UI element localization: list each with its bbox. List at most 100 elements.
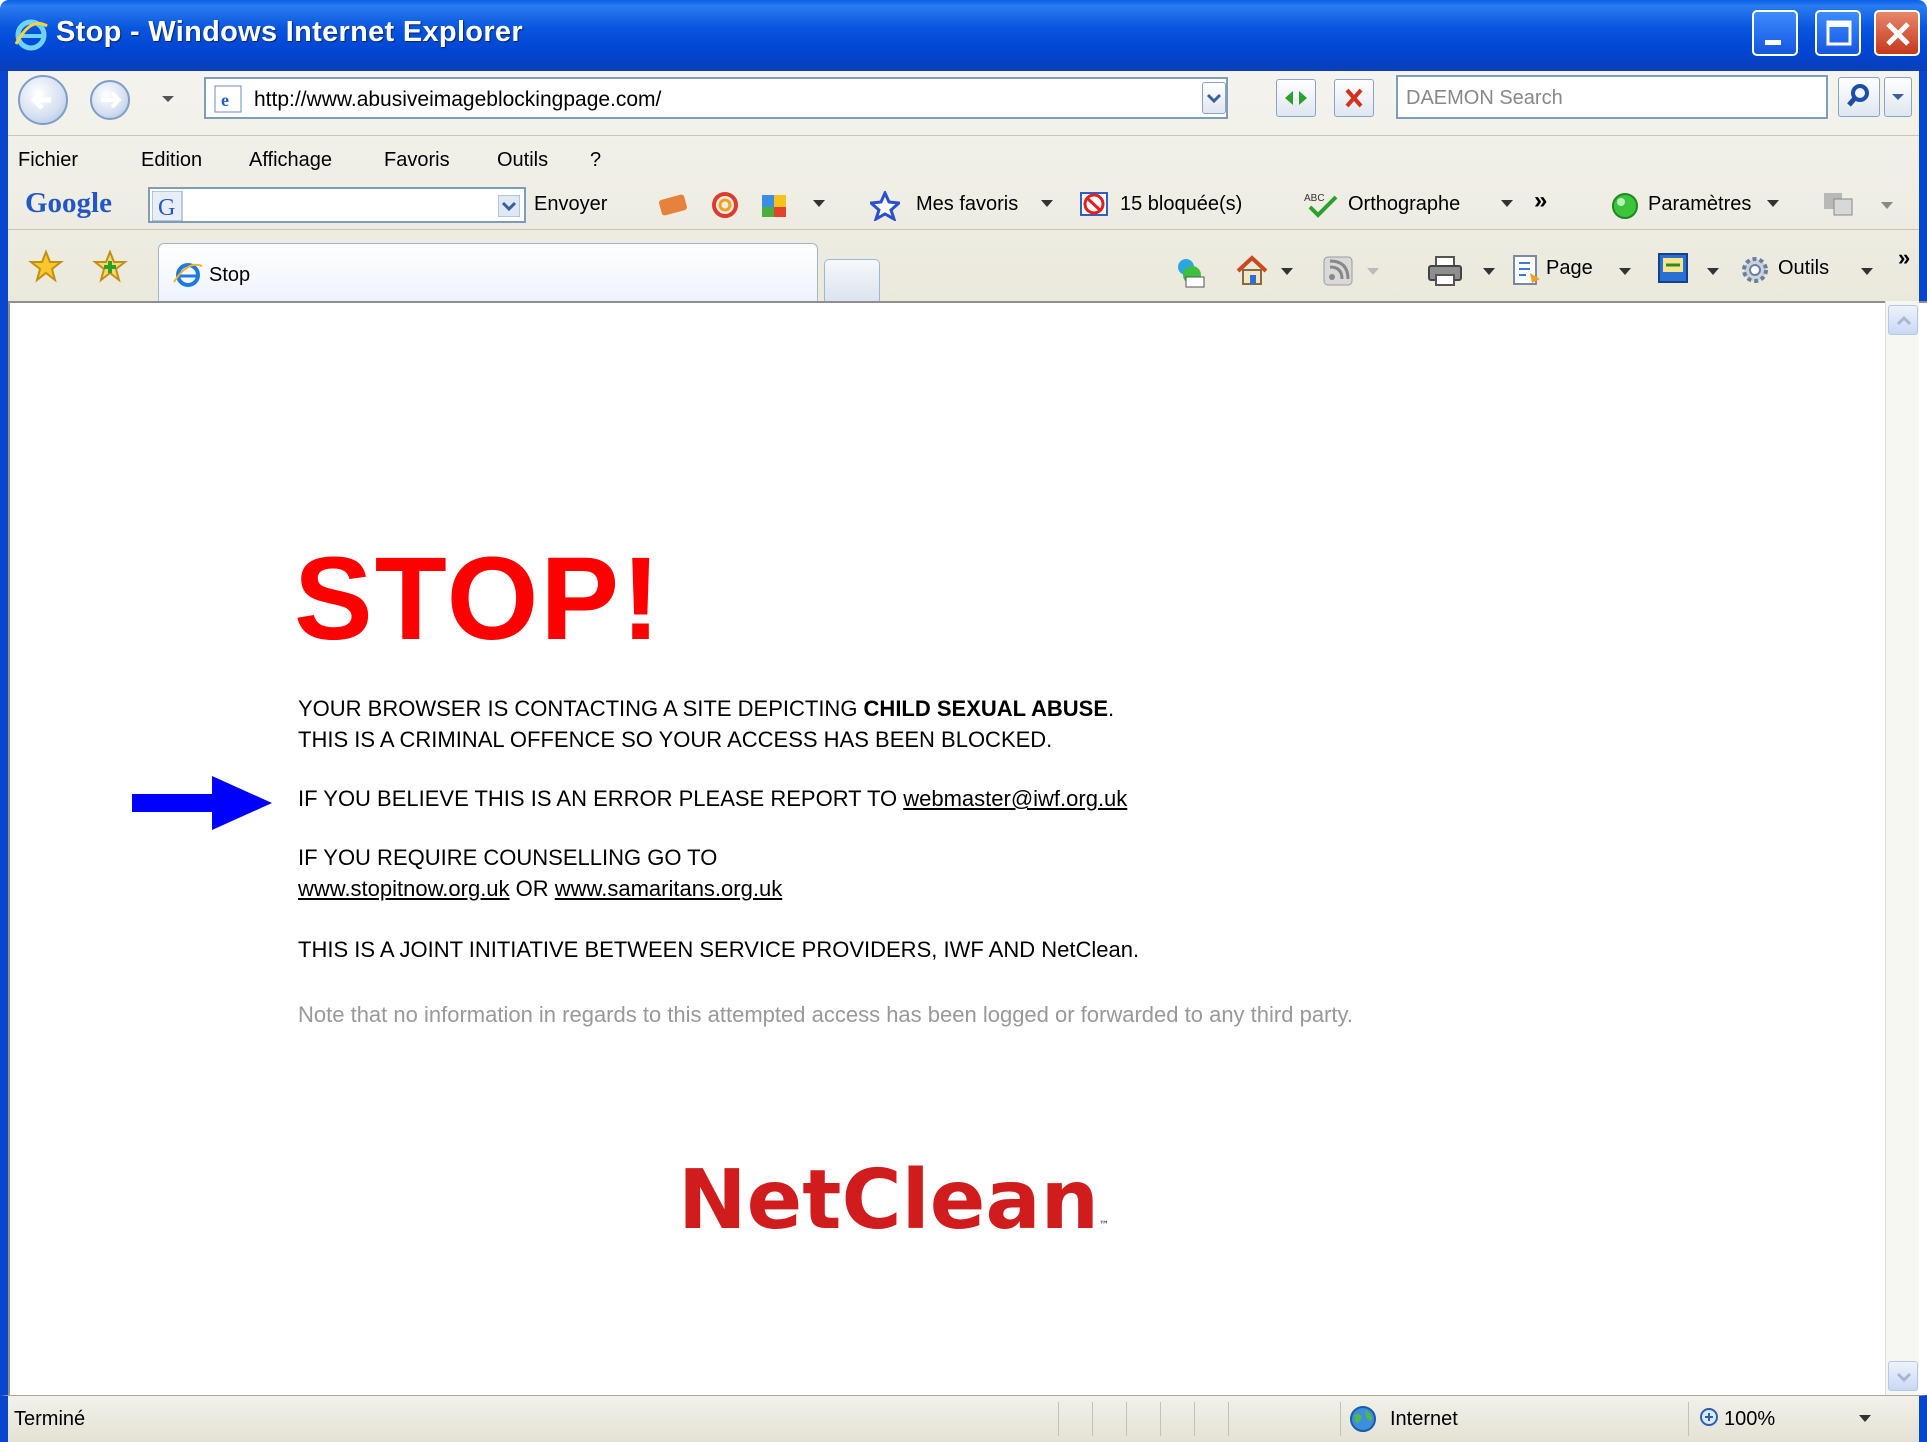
menu-fichier[interactable]: Fichier (18, 149, 78, 172)
chevron-down-icon (1501, 200, 1513, 207)
zoom-level[interactable]: 100% (1724, 1408, 1775, 1431)
chevron-down-icon (1619, 268, 1631, 275)
menu-help[interactable]: ? (590, 149, 601, 172)
trademark-symbol: ™ (1099, 1220, 1110, 1231)
search-placeholder: DAEMON Search (1406, 87, 1563, 109)
bookmark-ticket-icon[interactable] (656, 189, 692, 221)
close-icon (1886, 22, 1910, 46)
page-menu[interactable]: Page (1546, 257, 1593, 280)
stopitnow-link[interactable]: www.stopitnow.org.uk (298, 876, 510, 901)
google-toolbar: Google G Envoyer Mes favoris 15 bloquée(… (8, 179, 1919, 229)
command-overflow-button[interactable]: » (1898, 245, 1910, 271)
google-send-button[interactable]: Envoyer (534, 193, 607, 216)
star-icon[interactable] (870, 191, 900, 221)
status-divider (1340, 1402, 1341, 1436)
status-divider (1228, 1402, 1229, 1436)
status-divider (1194, 1402, 1195, 1436)
chevron-down-icon[interactable] (1858, 1414, 1872, 1424)
spellcheck-icon[interactable]: ABC (1302, 189, 1342, 221)
chevron-up-icon (1896, 315, 1912, 326)
tab-row: Stop Page Outils » (8, 231, 1919, 301)
popups-blocked-count[interactable]: 15 bloquée(s) (1120, 193, 1242, 216)
add-favorite-icon[interactable] (92, 249, 128, 283)
back-arrow-icon (30, 90, 51, 110)
status-bar: Terminé Internet 100% (0, 1395, 1927, 1442)
maximize-icon (1826, 20, 1852, 46)
search-options-button[interactable] (1884, 77, 1912, 117)
globe-icon[interactable] (1348, 1404, 1378, 1434)
joint-initiative-line: THIS IS A JOINT INITIATIVE BETWEEN SERVI… (298, 937, 1140, 962)
close-button[interactable] (1874, 10, 1920, 56)
blue-arrow-icon (132, 776, 272, 830)
page-icon[interactable] (1510, 253, 1542, 287)
tools-menu[interactable]: Outils (1778, 257, 1829, 280)
favorites-center-icon[interactable] (28, 249, 64, 283)
puzzle-icon[interactable] (758, 189, 792, 221)
menu-favoris[interactable]: Favoris (384, 149, 450, 172)
tab-stop[interactable]: Stop (158, 243, 818, 301)
chevron-down-icon (1767, 200, 1779, 207)
green-circle-icon[interactable] (1610, 191, 1640, 221)
status-divider (1126, 1402, 1127, 1436)
chevron-down-icon[interactable] (1280, 267, 1294, 277)
feeds-icon[interactable] (1322, 255, 1354, 287)
ie-tab-icon (173, 263, 203, 287)
forward-button[interactable] (90, 80, 130, 120)
research-icon[interactable] (1656, 251, 1690, 285)
maximize-button[interactable] (1815, 10, 1861, 56)
status-divider (1058, 1402, 1059, 1436)
search-button[interactable] (1838, 77, 1880, 117)
window-title: Stop - Windows Internet Explorer (56, 16, 523, 48)
chevron-down-icon (1896, 1372, 1912, 1383)
spellcheck-button[interactable]: Orthographe (1348, 193, 1460, 216)
popup-blocker-icon[interactable] (1078, 189, 1112, 221)
warning-line-1: YOUR BROWSER IS CONTACTING A SITE DEPICT… (298, 696, 1115, 721)
back-button[interactable] (18, 75, 68, 125)
chevron-down-icon[interactable] (1482, 267, 1496, 277)
chevron-down-icon (1892, 94, 1904, 100)
menu-outils[interactable]: Outils (497, 149, 548, 172)
new-tab-button[interactable] (824, 259, 880, 301)
swirl-icon[interactable] (708, 189, 742, 221)
gear-icon[interactable] (1738, 253, 1772, 287)
toolbar-overflow-button[interactable]: » (1534, 187, 1547, 215)
privacy-note: Note that no information in regards to t… (298, 1002, 1353, 1027)
address-row: e http://www.abusiveimageblockingpage.co… (8, 71, 1919, 135)
window-titlebar[interactable]: Stop - Windows Internet Explorer (0, 0, 1927, 71)
messenger-icon[interactable] (1172, 255, 1206, 289)
status-text: Terminé (14, 1408, 86, 1430)
scroll-up-button[interactable] (1888, 305, 1918, 335)
svg-text:e: e (221, 90, 229, 110)
search-field[interactable]: DAEMON Search (1396, 75, 1828, 119)
address-field[interactable]: e http://www.abusiveimageblockingpage.co… (204, 77, 1228, 119)
status-divider (1688, 1402, 1689, 1436)
settings-menu[interactable]: Paramètres (1648, 193, 1751, 216)
google-search-input[interactable]: G (148, 187, 526, 223)
stop-button[interactable] (1334, 79, 1374, 117)
google-logo: Google (25, 187, 112, 219)
minimize-button[interactable] (1752, 10, 1798, 56)
security-zone[interactable]: Internet (1390, 1408, 1458, 1431)
google-g-icon[interactable]: G (152, 191, 184, 221)
url-text[interactable]: http://www.abusiveimageblockingpage.com/ (254, 88, 661, 112)
menu-affichage[interactable]: Affichage (249, 149, 332, 172)
home-icon[interactable] (1234, 253, 1270, 287)
printer-icon[interactable] (1426, 253, 1464, 289)
refresh-icon (1285, 91, 1307, 105)
toolbar-options-icon[interactable] (1820, 187, 1856, 219)
report-email-link[interactable]: webmaster@iwf.org.uk (903, 786, 1127, 811)
favorites-menu[interactable]: Mes favoris (916, 193, 1018, 216)
chevron-down-icon (1367, 268, 1379, 275)
samaritans-link[interactable]: www.samaritans.org.uk (555, 876, 782, 901)
chevron-down-icon[interactable] (812, 199, 826, 209)
address-dropdown-button[interactable] (1202, 82, 1226, 114)
refresh-button[interactable] (1276, 79, 1316, 117)
chevron-down-icon[interactable] (1706, 267, 1720, 277)
chevron-down-icon[interactable] (498, 195, 520, 217)
zoom-icon[interactable] (1698, 1406, 1724, 1432)
menu-edition[interactable]: Edition (141, 149, 202, 172)
history-dropdown-icon[interactable] (160, 93, 176, 105)
vertical-scrollbar[interactable] (1885, 301, 1919, 1395)
counselling-links: www.stopitnow.org.uk OR www.samaritans.o… (298, 876, 783, 901)
scroll-down-button[interactable] (1888, 1361, 1918, 1391)
